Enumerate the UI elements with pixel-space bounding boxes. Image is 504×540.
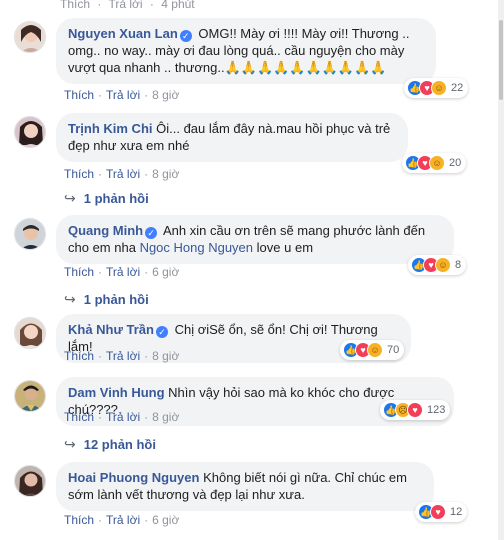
reaction-summary[interactable]: 👍 ♥ ☺ 20 [402,153,467,173]
reply-link[interactable]: Trả lời [106,265,140,279]
care-icon: ☺ [431,80,447,96]
comment-time[interactable]: 8 giờ [152,410,179,424]
reaction-count: 70 [387,344,400,356]
reply-link[interactable]: Trả lời [106,410,140,424]
comment-bubble: Trịnh Kim Chi Ôi... đau lắm đây nà.mau h… [56,113,408,162]
love-icon: ♥ [430,504,446,520]
like-link[interactable]: Thích [60,0,90,11]
comment-actions: Thích · Trả lời · 6 giờ [64,513,180,527]
comment-bubble: Nguyen Xuan Lan ✓ OMG!! Mày ơi !!!! Mày ơ… [56,18,436,84]
reaction-count: 8 [455,259,462,271]
replies-count: 1 phản hồi [83,191,149,206]
verified-badge-icon: ✓ [179,30,192,42]
previous-comment-actions: Thích · Trả lời · 4 phút [60,0,199,11]
comment-actions: Thích · Trả lời · 6 giờ [64,265,180,279]
reply-arrow-icon: ↪ [64,190,76,206]
reaction-summary[interactable]: 👍 ☹ ♥ 123 [380,400,451,420]
mention-link[interactable]: Ngoc Hong Nguyen [140,240,253,255]
verified-badge-icon: ✓ [155,326,168,338]
reply-arrow-icon: ↪ [64,291,76,307]
comment-bubble: Hoai Phuong Nguyen Không biết nói gì nữa… [56,462,434,511]
comment-author[interactable]: Khả Như Trần [68,322,154,337]
comment-actions: Thích · Trả lời · 8 giờ [64,349,180,363]
comment-time[interactable]: 8 giờ [152,349,179,363]
care-icon: ☺ [367,342,383,358]
verified-badge-icon: ✓ [145,227,158,239]
reaction-summary[interactable]: 👍 ♥ ☺ 70 [340,340,405,360]
reply-arrow-icon: ↪ [64,436,76,452]
reaction-summary[interactable]: 👍 ♥ ☺ 22 [404,78,469,98]
reaction-summary[interactable]: 👍 ♥ 12 [415,502,468,522]
comment-text-after: love u em [256,240,314,255]
like-link[interactable]: Thích [64,349,94,363]
care-icon: ☺ [435,257,451,273]
view-replies-link[interactable]: ↪ 1 phản hồi [64,291,149,308]
comment-actions: Thích · Trả lời · 8 giờ [64,410,180,424]
avatar[interactable] [14,21,46,53]
replies-count: 12 phản hồi [83,437,156,452]
comment-time[interactable]: 6 giờ [152,265,179,279]
like-link[interactable]: Thích [64,167,94,181]
avatar[interactable] [14,317,46,349]
avatar[interactable] [14,380,46,412]
comment-author[interactable]: Nguyen Xuan Lan [68,26,178,41]
comment-author[interactable]: Dam Vinh Hung [68,385,165,400]
comment-actions: Thích · Trả lời · 8 giờ [64,167,180,181]
reply-link[interactable]: Trả lời [106,88,140,102]
comment-time[interactable]: 6 giờ [152,513,179,527]
avatar[interactable] [14,218,46,250]
care-icon: ☺ [429,155,445,171]
like-link[interactable]: Thích [64,513,94,527]
comment-time[interactable]: 8 giờ [152,167,179,181]
comment-author[interactable]: Hoai Phuong Nguyen [68,470,199,485]
comment-time[interactable]: 8 giờ [152,88,179,102]
like-link[interactable]: Thích [64,265,94,279]
like-link[interactable]: Thích [64,88,94,102]
avatar[interactable] [14,465,46,497]
scrollbar-thumb[interactable] [499,20,503,100]
reaction-count: 123 [427,404,446,416]
reaction-summary[interactable]: 👍 ♥ ☺ 8 [408,255,467,275]
love-icon: ♥ [407,402,423,418]
reaction-count: 12 [450,506,463,518]
comment-time[interactable]: 4 phút [161,0,194,11]
comment-bubble: Quang Minh ✓ Anh xin cầu ơn trên sẽ mang … [56,215,454,264]
reaction-count: 22 [451,82,464,94]
comment-author[interactable]: Quang Minh [68,223,143,238]
reply-link[interactable]: Trả lời [106,167,140,181]
like-link[interactable]: Thích [64,410,94,424]
reply-link[interactable]: Trả lời [106,513,140,527]
reply-link[interactable]: Trả lời [108,0,142,11]
reply-link[interactable]: Trả lời [106,349,140,363]
comment-author[interactable]: Trịnh Kim Chi [68,121,153,136]
reaction-count: 20 [449,157,462,169]
view-replies-link[interactable]: ↪ 1 phản hồi [64,190,149,207]
view-replies-link[interactable]: ↪ 12 phản hồi [64,436,156,453]
replies-count: 1 phản hồi [83,292,149,307]
comment-actions: Thích · Trả lời · 8 giờ [64,88,180,102]
avatar[interactable] [14,116,46,148]
